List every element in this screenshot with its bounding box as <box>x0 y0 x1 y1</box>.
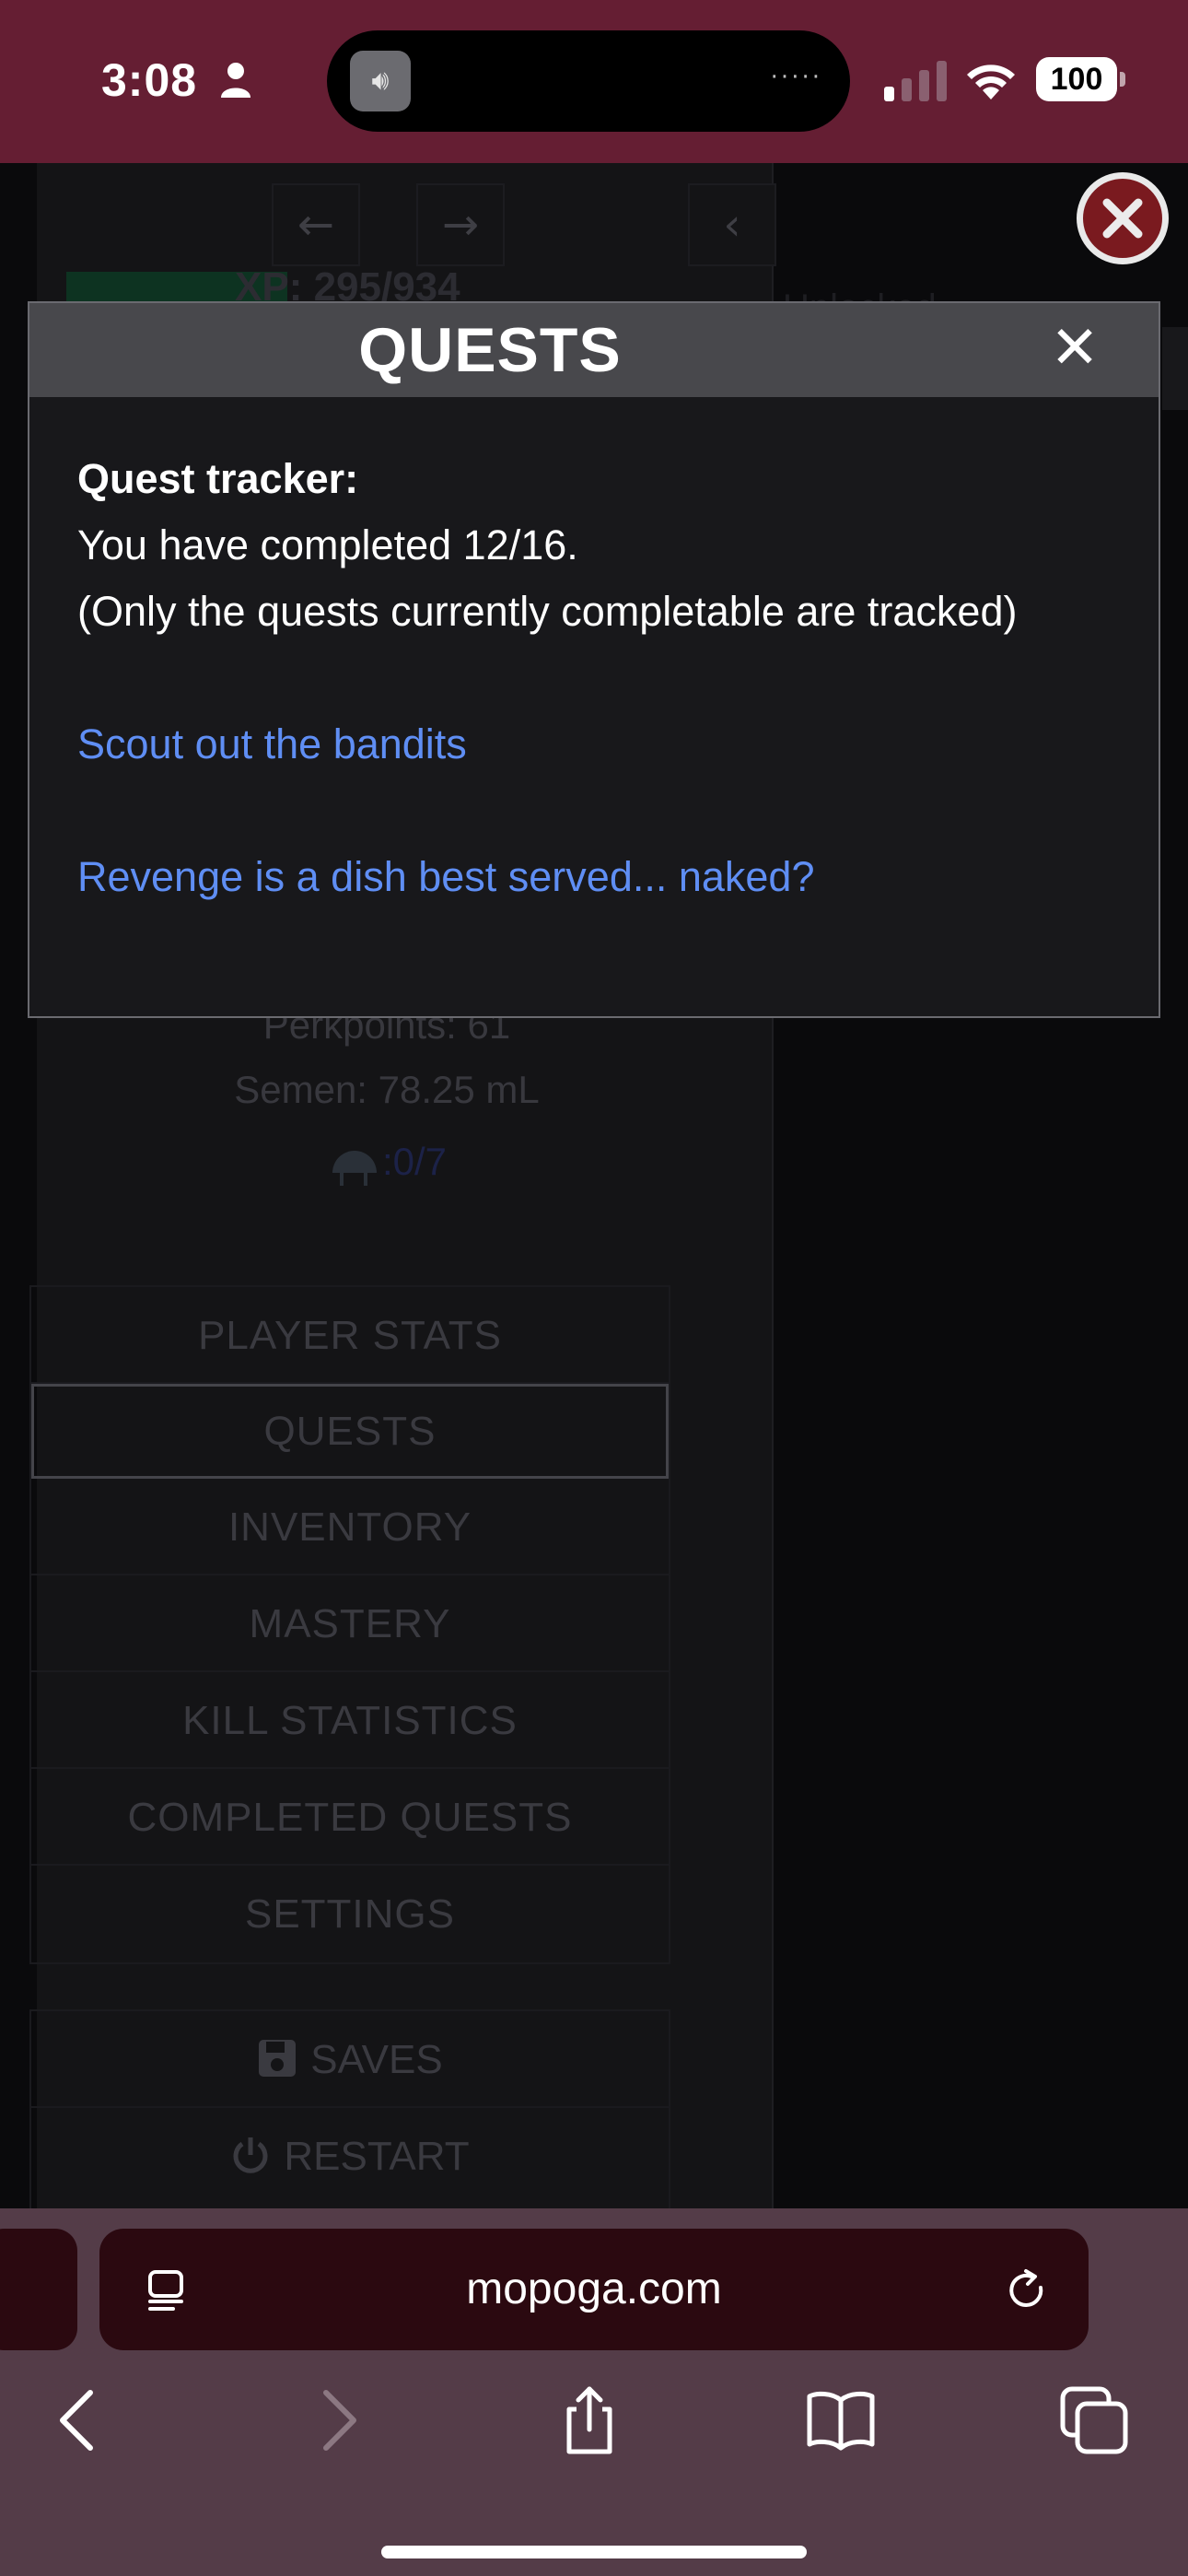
forward-icon[interactable] <box>300 2383 374 2457</box>
restart-label: RESTART <box>284 2134 470 2179</box>
dialog-header: QUESTS ✕ <box>29 303 1159 397</box>
system-menu: SAVES RESTART <box>29 2009 670 2212</box>
menu-settings[interactable]: SETTINGS <box>31 1866 669 1962</box>
close-circle-icon[interactable] <box>1077 172 1169 264</box>
home-indicator[interactable] <box>381 2546 807 2558</box>
menu-inventory[interactable]: INVENTORY <box>31 1479 669 1575</box>
dynamic-island: 🔊︎ ····· <box>327 30 850 132</box>
arrow-right-icon[interactable]: → <box>416 183 505 266</box>
speaker-icon: 🔊︎ <box>350 51 411 111</box>
tracker-note: (Only the quests currently completable a… <box>77 588 1018 635</box>
quest-link[interactable]: Revenge is a dish best served... naked? <box>77 844 1136 910</box>
menu-completed-quests[interactable]: COMPLETED QUESTS <box>31 1769 669 1866</box>
tracker-completed: You have completed 12/16. <box>77 521 578 568</box>
battery-icon: 100 <box>1036 57 1125 101</box>
semen-label: Semen: 78.25 mL <box>234 1068 540 1111</box>
chevron-left-icon[interactable]: ‹ <box>688 183 776 266</box>
wifi-icon <box>967 64 1015 100</box>
game-menu: PLAYER STATS QUESTS INVENTORY MASTERY KI… <box>29 1285 670 1964</box>
battery-level: 100 <box>1036 57 1117 101</box>
share-icon[interactable] <box>553 2383 626 2457</box>
dialog-body: Quest tracker: You have completed 12/16.… <box>77 446 1136 910</box>
previous-tab-peek[interactable] <box>0 2229 77 2350</box>
tabs-icon[interactable] <box>1057 2383 1131 2457</box>
menu-player-stats[interactable]: PLAYER STATS <box>31 1287 669 1384</box>
menu-quests[interactable]: QUESTS <box>31 1384 669 1479</box>
save-icon <box>259 2040 297 2077</box>
quest-link[interactable]: Scout out the bandits <box>77 711 1136 778</box>
saves-label: SAVES <box>310 2037 443 2082</box>
restart-button[interactable]: RESTART <box>31 2108 669 2205</box>
helmet-count: :0/7 <box>381 1140 448 1183</box>
browser-toolbar: mopoga.com <box>0 2208 1188 2576</box>
address-bar[interactable]: mopoga.com <box>99 2229 1089 2350</box>
quests-dialog: QUESTS ✕ Quest tracker: You have complet… <box>28 301 1160 1018</box>
bookmarks-icon[interactable] <box>804 2383 878 2457</box>
url-text: mopoga.com <box>466 2265 722 2313</box>
screen: 3:08 🔊︎ ····· 100 ← → ‹ XP: 295/934 Perk… <box>0 0 1188 2576</box>
helmet-icon <box>332 1150 377 1186</box>
person-icon <box>221 63 250 98</box>
status-time: 3:08 <box>101 54 198 106</box>
side-scrollbar <box>1162 327 1188 410</box>
menu-mastery[interactable]: MASTERY <box>31 1575 669 1672</box>
reload-icon[interactable] <box>1004 2267 1050 2313</box>
power-icon <box>233 2137 268 2173</box>
status-bar: 3:08 🔊︎ ····· 100 <box>0 0 1188 163</box>
arrow-left-icon[interactable]: ← <box>272 183 360 266</box>
battery-tip <box>1120 72 1125 87</box>
signal-icon <box>884 61 947 101</box>
dialog-title: QUESTS <box>358 315 622 385</box>
tracker-heading: Quest tracker: <box>77 455 359 502</box>
menu-kill-statistics[interactable]: KILL STATISTICS <box>31 1672 669 1769</box>
audio-wave-icon: ····· <box>770 64 822 91</box>
back-icon[interactable] <box>42 2383 116 2457</box>
helmet-row: :0/7 <box>37 1140 737 1188</box>
saves-button[interactable]: SAVES <box>31 2011 669 2108</box>
close-icon[interactable]: ✕ <box>1042 316 1107 381</box>
